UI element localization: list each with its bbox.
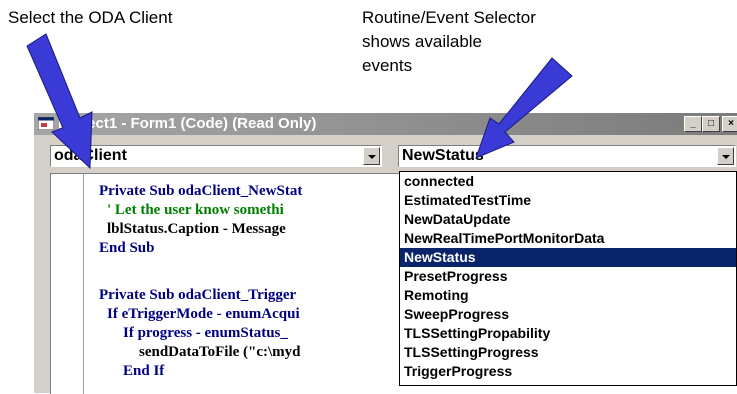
callout-arrows <box>26 33 573 170</box>
callout-arrow-icon <box>475 57 573 159</box>
callout-arrow-icon <box>26 33 93 170</box>
